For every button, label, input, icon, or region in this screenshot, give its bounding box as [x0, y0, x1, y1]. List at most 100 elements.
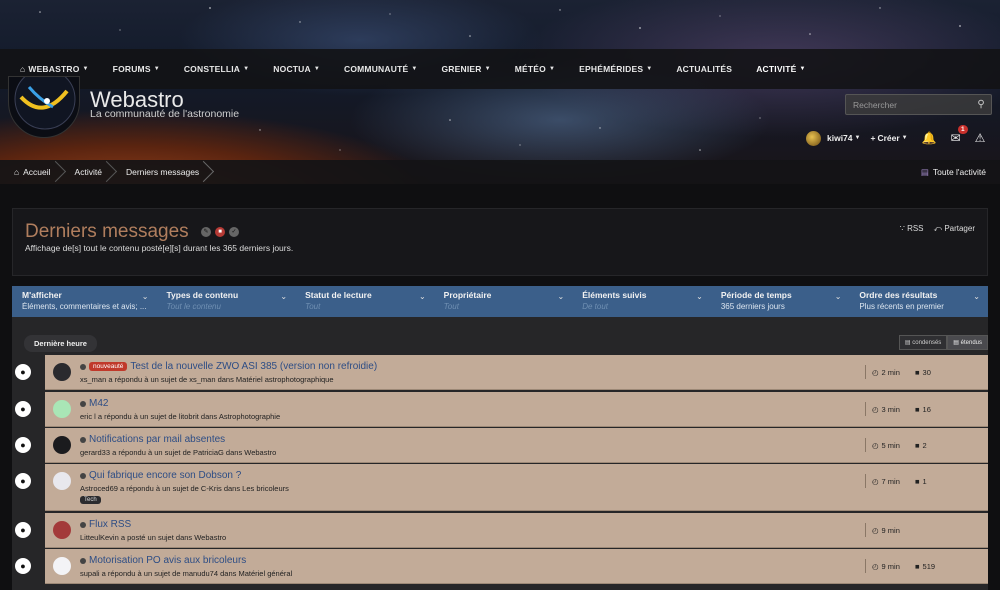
home-icon: ⌂ — [20, 64, 26, 74]
bell-icon[interactable]: 🔔 — [922, 131, 937, 145]
filter-label: Période de temps — [720, 290, 792, 300]
nav-item-3[interactable]: NOCTUA ▼ — [261, 64, 332, 74]
post-time: ◴ 2 min — [865, 365, 900, 379]
post-time: ◴ 9 min — [865, 523, 900, 537]
clock-icon: ◴ — [872, 525, 879, 535]
avatar[interactable] — [806, 130, 821, 146]
edit-icon[interactable]: ✎ — [201, 227, 211, 237]
chevron-down-icon: ⌄ — [557, 292, 565, 301]
warning-icon[interactable]: ⚠ — [975, 131, 986, 145]
nav-item-4[interactable]: COMMUNAUTÉ ▼ — [332, 64, 429, 74]
view-condensed-button[interactable]: ▤ condensés — [898, 335, 948, 350]
search-input[interactable] — [846, 99, 971, 110]
list-item[interactable]: ● Notifications par mail absentes gerard33… — [15, 428, 988, 463]
list-item[interactable]: ● nouveauté Test de la nouvelle ZWO ASI 38… — [15, 355, 988, 390]
chevron-down-icon: ▼ — [901, 135, 908, 141]
filter-value: Tout — [305, 302, 321, 311]
view-toggle: ▤ condensés ▤ étendus — [898, 335, 988, 350]
site-tagline: La communauté de l'astronomie — [90, 108, 240, 120]
filter-1[interactable]: Types de contenu Tout le contenu ⌄ — [157, 286, 296, 317]
nav-item-2[interactable]: CONSTELLIA ▼ — [172, 64, 261, 74]
user-menu[interactable]: kiwi74 ▼ — [827, 133, 860, 143]
activity-summary: supali a répondu à un sujet de manudu74 … — [80, 569, 293, 578]
avatar[interactable] — [53, 363, 71, 381]
comment-bubble-icon: ● — [15, 522, 31, 538]
breadcrumb: ⌂ Accueil Activité Derniers messages ▤ T… — [0, 160, 1000, 184]
avatar[interactable] — [53, 521, 71, 539]
list-item[interactable]: ● M42 eric l a répondu à un sujet de litob… — [15, 392, 988, 427]
topic-title-link[interactable]: Notifications par mail absentes — [80, 434, 225, 445]
nav-item-8[interactable]: ACTUALITÉS — [664, 64, 744, 74]
filter-3[interactable]: Propriétaire Tout ⌄ — [434, 286, 573, 317]
filter-label: Ordre des résultats — [859, 290, 938, 300]
topic-title-link[interactable]: Flux RSS — [80, 519, 131, 530]
chevron-down-icon: ⌄ — [834, 292, 842, 301]
nav-item-0[interactable]: ⌂ WEBASTRO ▼ — [8, 64, 101, 74]
topic-title-link[interactable]: M42 — [80, 398, 108, 409]
check-icon[interactable]: ✓ — [229, 227, 239, 237]
chevron-down-icon: ▼ — [243, 66, 250, 72]
breadcrumb-home[interactable]: ⌂ Accueil — [0, 160, 61, 184]
reply-count: ■ 30 — [915, 365, 931, 379]
share-link[interactable]: ⤺ Partager — [934, 224, 975, 234]
list-item[interactable]: ● Motorisation PO avis aux bricoleurs supa… — [15, 549, 988, 584]
avatar[interactable] — [53, 472, 71, 490]
chevron-down-icon: ⌄ — [280, 292, 288, 301]
list-item[interactable]: ● Qui fabrique encore son Dobson ? Astroce… — [15, 464, 988, 511]
reply-count-value: 519 — [922, 561, 936, 571]
topic-title-link[interactable]: Motorisation PO avis aux bricoleurs — [80, 555, 246, 566]
comment-icon: ■ — [915, 561, 920, 571]
nav-item-label: NOCTUA — [273, 64, 311, 74]
nav-item-6[interactable]: MÉTÉO ▼ — [503, 64, 567, 74]
activity-summary: LitteulKevin a posté un sujet dans Webas… — [80, 533, 227, 542]
topic-title-link[interactable]: Qui fabrique encore son Dobson ? — [80, 470, 241, 481]
avatar[interactable] — [53, 436, 71, 454]
view-condensed-label: condensés — [912, 340, 942, 346]
activity-icon: ▤ — [920, 166, 929, 177]
topic-title: Flux RSS — [89, 519, 132, 530]
nav-item-label: COMMUNAUTÉ — [344, 64, 409, 74]
search-box: ⚲ — [845, 94, 992, 115]
reply-count: ■ 519 — [915, 559, 935, 573]
avatar[interactable] — [53, 400, 71, 418]
avatar[interactable] — [53, 557, 71, 575]
chevron-down-icon: ▼ — [646, 66, 653, 72]
breadcrumb-activity[interactable]: Activité — [61, 160, 112, 184]
unread-dot-icon — [80, 472, 86, 479]
filter-4[interactable]: Éléments suivis De tout ⌄ — [572, 286, 711, 317]
time-value: 3 min — [881, 404, 900, 414]
filter-0[interactable]: M'afficher Éléments, commentaires et avis… — [12, 286, 157, 317]
list-item[interactable]: ● Flux RSS LitteulKevin a posté un sujet d… — [15, 513, 988, 548]
nav-item-5[interactable]: GRENIER ▼ — [429, 64, 502, 74]
filter-label: M'afficher — [22, 290, 62, 300]
comment-icon: ■ — [915, 404, 920, 414]
search-icon[interactable]: ⚲ — [971, 99, 991, 110]
clock-icon: ◴ — [872, 404, 879, 414]
filter-bar: M'afficher Éléments, commentaires et avis… — [12, 286, 988, 317]
nav-item-label: MÉTÉO — [514, 64, 546, 74]
topic-title-link[interactable]: nouveauté Test de la nouvelle ZWO ASI 385… — [80, 361, 377, 372]
unread-dot-icon — [80, 363, 86, 370]
activity-summary: eric l a répondu à un sujet de litobrit … — [80, 412, 281, 421]
filter-6[interactable]: Ordre des résultats Plus récents en premi… — [849, 286, 988, 317]
delete-icon[interactable]: ■ — [215, 227, 225, 237]
nav-item-9[interactable]: ACTIVITÉ ▼ — [744, 64, 817, 74]
nav-item-1[interactable]: FORUMS ▼ — [101, 64, 172, 74]
all-activity-link[interactable]: ▤ Toute l'activité — [921, 160, 986, 184]
topic-prefix-tag[interactable]: Tech — [80, 496, 101, 504]
comment-icon: ■ — [915, 367, 920, 377]
nav-item-label: WEBASTRO — [28, 64, 80, 74]
plus-icon: + — [870, 133, 876, 143]
page-title: Derniers messages — [25, 221, 189, 242]
nav-item-7[interactable]: EPHÉMÉRIDES ▼ — [567, 64, 664, 74]
view-expanded-button[interactable]: ▤ étendus — [947, 335, 988, 350]
nav-item-label: GRENIER — [441, 64, 482, 74]
breadcrumb-current[interactable]: Derniers messages — [112, 160, 209, 184]
rss-link[interactable]: ∵ RSS — [900, 224, 924, 234]
header-actions: ∵ RSS ⤺ Partager — [900, 224, 975, 234]
create-button[interactable]: + Créer ▼ — [870, 133, 907, 143]
nav-item-label: CONSTELLIA — [183, 64, 241, 74]
envelope-icon[interactable]: ✉ 1 — [951, 125, 968, 145]
filter-2[interactable]: Statut de lecture Tout ⌄ — [295, 286, 434, 317]
filter-5[interactable]: Période de temps 365 derniers jours ⌄ — [711, 286, 850, 317]
